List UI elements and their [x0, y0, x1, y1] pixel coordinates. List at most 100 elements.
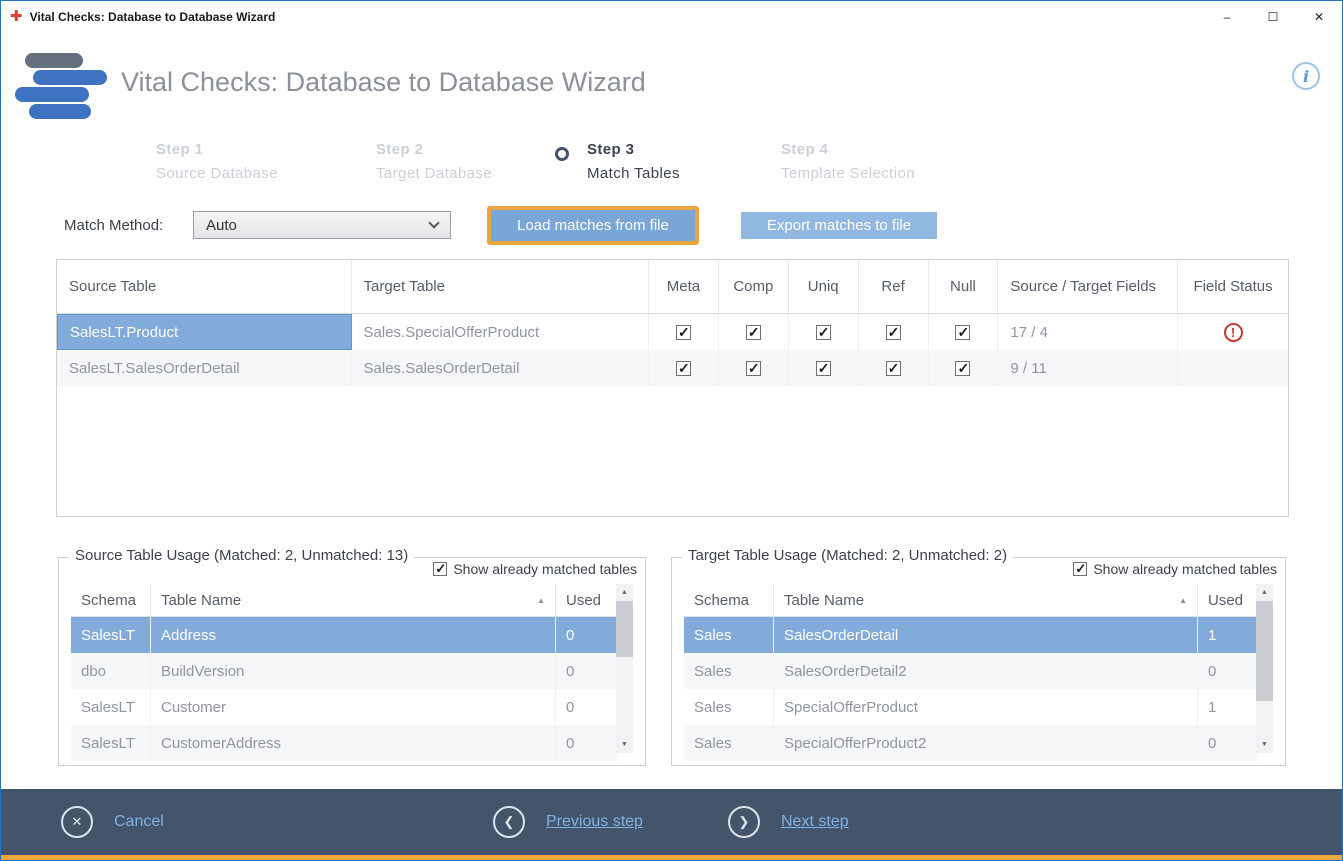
cancel-icon[interactable]	[61, 806, 93, 838]
table-name-cell: CustomerAddress	[151, 725, 556, 761]
list-item[interactable]: dboBuildVersion0	[71, 653, 618, 689]
used-cell: 1	[1198, 617, 1258, 653]
source-target-fields-cell: 17 / 4	[998, 314, 1178, 350]
meta-cell	[649, 350, 719, 386]
logo-bar-icon	[15, 87, 89, 102]
source-table-cell[interactable]: SalesLT.SalesOrderDetail	[57, 350, 352, 386]
column-header-null: Null	[929, 260, 999, 313]
null-checkbox[interactable]	[955, 325, 970, 340]
list-item[interactable]: SalesSpecialOfferProduct20	[684, 725, 1258, 761]
schema-cell: SalesLT	[71, 725, 151, 761]
source-show-matched-toggle[interactable]: Show already matched tables	[433, 561, 637, 577]
cancel-button[interactable]: Cancel	[61, 789, 164, 855]
column-header-uniq: Uniq	[789, 260, 859, 313]
used-cell: 0	[1198, 653, 1258, 689]
target-table-cell[interactable]: Sales.SalesOrderDetail	[352, 350, 650, 386]
app-window: ✚ Vital Checks: Database to Database Wiz…	[0, 0, 1343, 861]
target-usage-scrollbar[interactable]: ▲ ▼	[1256, 584, 1273, 753]
step-sublabel: Template Selection	[781, 162, 915, 186]
scroll-down-icon[interactable]: ▼	[1256, 736, 1273, 753]
step-label: Step 4	[781, 138, 915, 162]
chevron-left-icon[interactable]	[493, 806, 525, 838]
close-button[interactable]: ✕	[1296, 1, 1342, 32]
column-header-target-table: Target Table	[352, 260, 650, 313]
logo-bar-icon	[33, 70, 107, 85]
target-show-matched-toggle[interactable]: Show already matched tables	[1073, 561, 1277, 577]
schema-cell: Sales	[684, 617, 774, 653]
step-4-template-selection: Step 4 Template Selection	[781, 138, 915, 186]
schema-cell: SalesLT	[71, 689, 151, 725]
column-header-table-name[interactable]: Table Name ▲	[151, 584, 556, 616]
ref-checkbox[interactable]	[886, 361, 901, 376]
maximize-button[interactable]: ☐	[1250, 1, 1296, 32]
source-usage-panel: Source Table Usage (Matched: 2, Unmatche…	[58, 557, 646, 766]
used-cell: 1	[1198, 689, 1258, 725]
export-matches-button[interactable]: Export matches to file	[741, 212, 937, 239]
meta-cell	[649, 314, 719, 350]
meta-checkbox[interactable]	[676, 325, 691, 340]
table-row[interactable]: SalesLT.SalesOrderDetailSales.SalesOrder…	[57, 350, 1288, 386]
source-usage-scrollbar[interactable]: ▲ ▼	[616, 584, 633, 753]
column-header-ref: Ref	[859, 260, 929, 313]
list-item[interactable]: SalesLTAddress0	[71, 617, 618, 653]
checkbox-icon[interactable]	[433, 562, 447, 576]
source-table-cell[interactable]: SalesLT.Product	[57, 314, 352, 350]
column-header-table-name[interactable]: Table Name ▲	[774, 584, 1198, 616]
error-icon: !	[1224, 323, 1243, 342]
column-header-schema[interactable]: Schema	[71, 584, 151, 616]
comp-checkbox[interactable]	[746, 361, 761, 376]
null-checkbox[interactable]	[955, 361, 970, 376]
minimize-button[interactable]: –	[1204, 1, 1250, 32]
schema-cell: dbo	[71, 653, 151, 689]
list-item[interactable]: SalesSalesOrderDetail1	[684, 617, 1258, 653]
chevron-down-icon	[428, 217, 439, 228]
checkbox-icon[interactable]	[1073, 562, 1087, 576]
ref-cell	[859, 314, 929, 350]
list-item[interactable]: SalesSalesOrderDetail20	[684, 653, 1258, 689]
scroll-down-icon[interactable]: ▼	[616, 736, 633, 753]
target-table-cell[interactable]: Sales.SpecialOfferProduct	[352, 314, 650, 350]
used-cell: 0	[556, 725, 618, 761]
load-matches-button[interactable]: Load matches from file	[487, 206, 699, 245]
comp-cell	[719, 350, 789, 386]
target-show-matched-label: Show already matched tables	[1093, 561, 1277, 577]
table-row[interactable]: SalesLT.ProductSales.SpecialOfferProduct…	[57, 314, 1288, 350]
match-method-select[interactable]: Auto	[193, 211, 451, 239]
table-name-cell: SalesOrderDetail2	[774, 653, 1198, 689]
uniq-checkbox[interactable]	[816, 325, 831, 340]
chevron-right-icon[interactable]	[728, 806, 760, 838]
column-header-source-table: Source Table	[57, 260, 352, 313]
previous-step-label[interactable]: Previous step	[546, 813, 643, 831]
used-cell: 0	[556, 689, 618, 725]
comp-cell	[719, 314, 789, 350]
bottom-accent-strip	[1, 855, 1342, 860]
scrollbar-thumb[interactable]	[1256, 601, 1273, 701]
info-icon[interactable]: i	[1292, 62, 1320, 90]
ref-checkbox[interactable]	[886, 325, 901, 340]
sort-ascending-icon: ▲	[1179, 596, 1187, 605]
scroll-up-icon[interactable]: ▲	[1256, 584, 1273, 601]
scroll-up-icon[interactable]: ▲	[616, 584, 633, 601]
next-step-button[interactable]: Next step	[728, 789, 849, 855]
next-step-label[interactable]: Next step	[781, 813, 849, 831]
scrollbar-thumb[interactable]	[616, 601, 633, 657]
column-header-used[interactable]: Used	[556, 584, 618, 616]
previous-step-button[interactable]: Previous step	[493, 789, 643, 855]
column-header-schema[interactable]: Schema	[684, 584, 774, 616]
list-item[interactable]: SalesLTCustomerAddress0	[71, 725, 618, 761]
table-name-cell: SalesOrderDetail	[774, 617, 1198, 653]
source-usage-title: Source Table Usage (Matched: 2, Unmatche…	[69, 547, 414, 564]
schema-cell: Sales	[684, 725, 774, 761]
meta-checkbox[interactable]	[676, 361, 691, 376]
column-header-used[interactable]: Used	[1198, 584, 1258, 616]
footer-bar: Cancel Previous step Next step	[1, 789, 1342, 855]
source-show-matched-label: Show already matched tables	[453, 561, 637, 577]
cancel-label[interactable]: Cancel	[114, 813, 164, 831]
comp-checkbox[interactable]	[746, 325, 761, 340]
list-item[interactable]: SalesLTCustomer0	[71, 689, 618, 725]
uniq-checkbox[interactable]	[816, 361, 831, 376]
target-usage-title: Target Table Usage (Matched: 2, Unmatche…	[682, 547, 1013, 564]
step-label: Step 3	[587, 138, 680, 162]
list-item[interactable]: SalesSpecialOfferProduct1	[684, 689, 1258, 725]
column-header-comp: Comp	[719, 260, 789, 313]
